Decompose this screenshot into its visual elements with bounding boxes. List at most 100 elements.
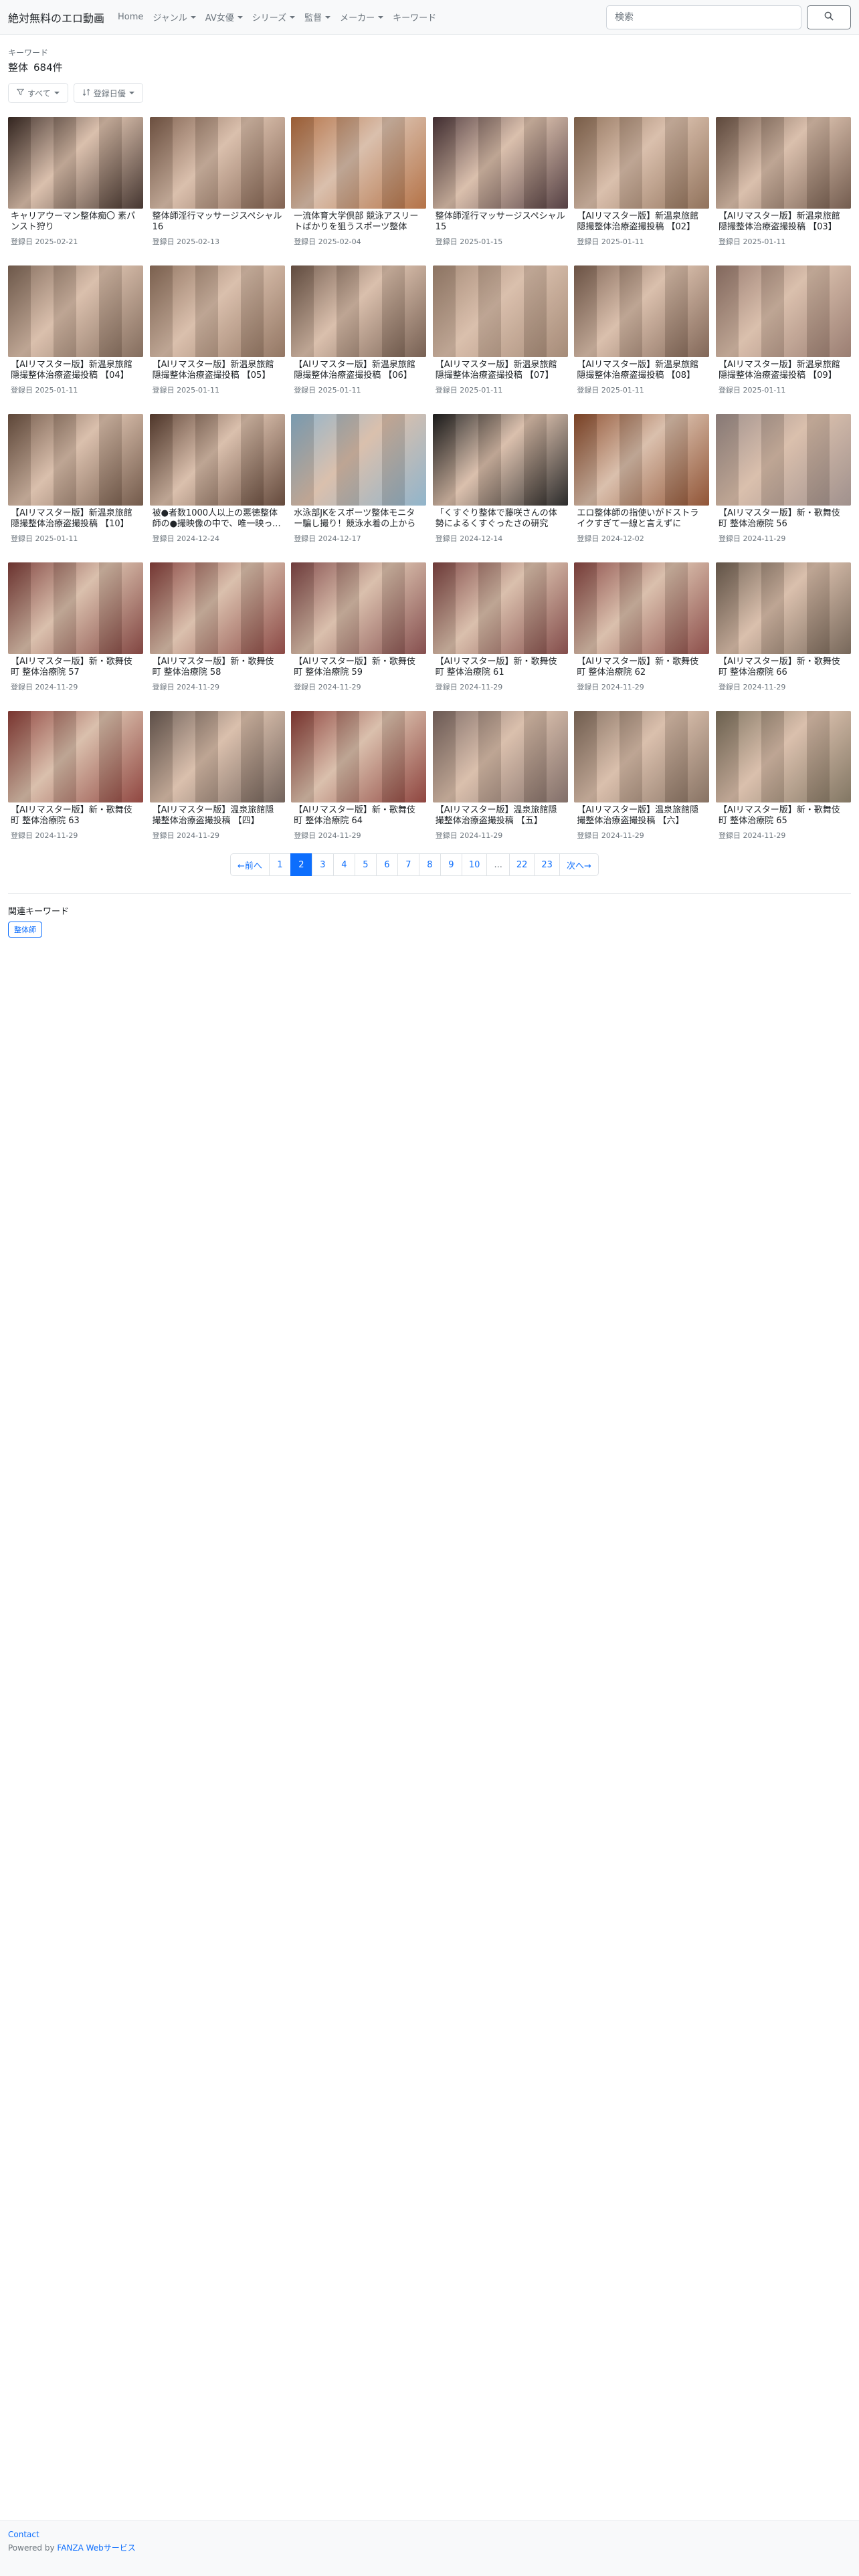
video-thumbnail[interactable] <box>574 414 710 506</box>
nav-item-3[interactable]: シリーズ <box>252 11 296 23</box>
video-title[interactable]: 【AIリマスター版】新・歌舞伎町 整体治療院 66 <box>716 657 851 678</box>
fanza-link[interactable]: FANZA Webサービス <box>57 2543 135 2553</box>
site-brand[interactable]: 絶対無料のエロ動画 <box>8 9 104 25</box>
video-thumbnail[interactable] <box>432 562 568 654</box>
video-title[interactable]: 【AIリマスター版】新温泉旅館隠撮整体治療盗撮投稿 【02】 <box>574 211 709 233</box>
video-card[interactable]: 【AIリマスター版】新温泉旅館隠撮整体治療盗撮投稿 【05】 登録日 2025-0… <box>149 265 285 414</box>
video-card[interactable]: 【AIリマスター版】新温泉旅館隠撮整体治療盗撮投稿 【03】 登録日 2025-0… <box>715 117 851 265</box>
video-title[interactable]: 【AIリマスター版】新・歌舞伎町 整体治療院 62 <box>574 657 709 678</box>
page-button[interactable]: 1 <box>268 853 291 876</box>
video-thumbnail[interactable] <box>715 711 851 802</box>
video-card[interactable]: エロ整体師の指使いがドストライクすぎて一線と言えずに 登録日 2024-12-02 <box>574 414 710 562</box>
video-title[interactable]: エロ整体師の指使いがドストライクすぎて一線と言えずに <box>574 508 709 530</box>
video-thumbnail[interactable] <box>715 117 851 209</box>
contact-link[interactable]: Contact <box>8 2530 851 2539</box>
page-button[interactable]: 8 <box>418 853 441 876</box>
video-card[interactable]: 【AIリマスター版】新・歌舞伎町 整体治療院 58 登録日 2024-11-29 <box>149 562 285 711</box>
video-thumbnail[interactable] <box>8 117 143 209</box>
video-title[interactable]: 【AIリマスター版】温泉旅館隠撮整体治療盗撮投稿 【五】 <box>433 805 568 827</box>
video-card[interactable]: 【AIリマスター版】新温泉旅館隠撮整体治療盗撮投稿 【07】 登録日 2025-0… <box>432 265 568 414</box>
video-card[interactable]: 【AIリマスター版】新・歌舞伎町 整体治療院 56 登録日 2024-11-29 <box>715 414 851 562</box>
search-button[interactable] <box>807 5 851 29</box>
video-title[interactable]: 一流体育大学倶部 競泳アスリートばかりを狙うスポーツ整体 <box>291 211 426 233</box>
video-thumbnail[interactable] <box>149 562 285 654</box>
nav-item-1[interactable]: ジャンル <box>153 11 196 23</box>
filter-all-dropdown[interactable]: すべて <box>8 83 68 103</box>
nav-item-6[interactable]: キーワード <box>393 11 436 23</box>
nav-item-2[interactable]: AV女優 <box>205 11 243 23</box>
video-title[interactable]: 被●者数1000人以上の悪徳整体師の●撮映像の中で、唯一映っていた <box>150 508 285 530</box>
video-card[interactable]: 【AIリマスター版】新・歌舞伎町 整体治療院 63 登録日 2024-11-29 <box>8 711 143 859</box>
video-title[interactable]: 「くすぐり整体で藤咲さんの体勢によるくすぐったさの研究 <box>433 508 568 530</box>
video-title[interactable]: 整体師淫行マッサージスペシャル15 <box>433 211 568 233</box>
video-card[interactable]: 「くすぐり整体で藤咲さんの体勢によるくすぐったさの研究 登録日 2024-12-1… <box>432 414 568 562</box>
page-button[interactable]: 4 <box>332 853 355 876</box>
video-card[interactable]: 【AIリマスター版】温泉旅館隠撮整体治療盗撮投稿 【六】 登録日 2024-11-… <box>574 711 710 859</box>
video-title[interactable]: 【AIリマスター版】新温泉旅館隠撮整体治療盗撮投稿 【10】 <box>8 508 143 530</box>
video-thumbnail[interactable] <box>8 562 143 654</box>
page-button[interactable]: 23 <box>534 853 560 876</box>
video-thumbnail[interactable] <box>8 414 143 506</box>
page-button[interactable]: 7 <box>397 853 419 876</box>
video-title[interactable]: 【AIリマスター版】温泉旅館隠撮整体治療盗撮投稿 【四】 <box>150 805 285 827</box>
next-page-button[interactable]: 次へ→ <box>559 853 599 876</box>
video-card[interactable]: 【AIリマスター版】新・歌舞伎町 整体治療院 65 登録日 2024-11-29 <box>715 711 851 859</box>
video-thumbnail[interactable] <box>432 711 568 802</box>
video-card[interactable]: 一流体育大学倶部 競泳アスリートばかりを狙うスポーツ整体 登録日 2025-02-… <box>291 117 427 265</box>
video-thumbnail[interactable] <box>574 117 710 209</box>
page-button[interactable]: 3 <box>311 853 334 876</box>
nav-item-5[interactable]: メーカー <box>340 11 384 23</box>
video-title[interactable]: 整体師淫行マッサージスペシャル16 <box>150 211 285 233</box>
video-title[interactable]: 【AIリマスター版】新温泉旅館隠撮整体治療盗撮投稿 【07】 <box>433 360 568 381</box>
video-thumbnail[interactable] <box>715 265 851 357</box>
video-thumbnail[interactable] <box>715 414 851 506</box>
video-card[interactable]: 【AIリマスター版】新・歌舞伎町 整体治療院 64 登録日 2024-11-29 <box>291 711 427 859</box>
video-title[interactable]: 【AIリマスター版】新・歌舞伎町 整体治療院 61 <box>433 657 568 678</box>
video-thumbnail[interactable] <box>574 562 710 654</box>
video-card[interactable]: 【AIリマスター版】新温泉旅館隠撮整体治療盗撮投稿 【09】 登録日 2025-0… <box>715 265 851 414</box>
video-title[interactable]: 【AIリマスター版】新温泉旅館隠撮整体治療盗撮投稿 【09】 <box>716 360 851 381</box>
video-title[interactable]: 【AIリマスター版】新・歌舞伎町 整体治療院 56 <box>716 508 851 530</box>
video-card[interactable]: 整体師淫行マッサージスペシャル15 登録日 2025-01-15 <box>432 117 568 265</box>
video-thumbnail[interactable] <box>291 562 427 654</box>
video-card[interactable]: 【AIリマスター版】新温泉旅館隠撮整体治療盗撮投稿 【06】 登録日 2025-0… <box>291 265 427 414</box>
video-thumbnail[interactable] <box>149 711 285 802</box>
video-thumbnail[interactable] <box>574 711 710 802</box>
video-card[interactable]: 【AIリマスター版】新温泉旅館隠撮整体治療盗撮投稿 【10】 登録日 2025-0… <box>8 414 143 562</box>
video-title[interactable]: 【AIリマスター版】新温泉旅館隠撮整体治療盗撮投稿 【06】 <box>291 360 426 381</box>
video-card[interactable]: 【AIリマスター版】温泉旅館隠撮整体治療盗撮投稿 【五】 登録日 2024-11-… <box>432 711 568 859</box>
video-thumbnail[interactable] <box>574 265 710 357</box>
page-button[interactable]: 9 <box>440 853 462 876</box>
video-thumbnail[interactable] <box>8 265 143 357</box>
video-title[interactable]: 【AIリマスター版】新温泉旅館隠撮整体治療盗撮投稿 【05】 <box>150 360 285 381</box>
page-button[interactable]: 5 <box>354 853 377 876</box>
video-card[interactable]: 水泳部JKをスポーツ整体モニター騙し撮り！競泳水着の上から 登録日 2024-12… <box>291 414 427 562</box>
video-card[interactable]: 被●者数1000人以上の悪徳整体師の●撮映像の中で、唯一映っていた登録日 202… <box>149 414 285 562</box>
video-thumbnail[interactable] <box>149 117 285 209</box>
video-title[interactable]: 【AIリマスター版】新・歌舞伎町 整体治療院 64 <box>291 805 426 827</box>
video-title[interactable]: 【AIリマスター版】新温泉旅館隠撮整体治療盗撮投稿 【03】 <box>716 211 851 233</box>
prev-page-button[interactable]: ←前へ <box>230 853 270 876</box>
page-button[interactable]: 22 <box>508 853 535 876</box>
nav-item-0[interactable]: Home <box>118 11 143 23</box>
video-thumbnail[interactable] <box>291 117 427 209</box>
video-card[interactable]: 整体師淫行マッサージスペシャル16 登録日 2025-02-13 <box>149 117 285 265</box>
video-title[interactable]: 【AIリマスター版】新・歌舞伎町 整体治療院 58 <box>150 657 285 678</box>
video-card[interactable]: 【AIリマスター版】新温泉旅館隠撮整体治療盗撮投稿 【08】 登録日 2025-0… <box>574 265 710 414</box>
video-card[interactable]: 【AIリマスター版】新・歌舞伎町 整体治療院 62 登録日 2024-11-29 <box>574 562 710 711</box>
video-thumbnail[interactable] <box>715 562 851 654</box>
video-title[interactable]: 【AIリマスター版】新温泉旅館隠撮整体治療盗撮投稿 【04】 <box>8 360 143 381</box>
video-title[interactable]: 【AIリマスター版】新・歌舞伎町 整体治療院 65 <box>716 805 851 827</box>
video-title[interactable]: 【AIリマスター版】新・歌舞伎町 整体治療院 57 <box>8 657 143 678</box>
video-card[interactable]: 【AIリマスター版】新温泉旅館隠撮整体治療盗撮投稿 【02】 登録日 2025-0… <box>574 117 710 265</box>
page-button[interactable]: 10 <box>461 853 488 876</box>
video-card[interactable]: 【AIリマスター版】新・歌舞伎町 整体治療院 61 登録日 2024-11-29 <box>432 562 568 711</box>
video-thumbnail[interactable] <box>149 265 285 357</box>
page-button[interactable]: 2 <box>290 853 312 876</box>
video-card[interactable]: 【AIリマスター版】新・歌舞伎町 整体治療院 57 登録日 2024-11-29 <box>8 562 143 711</box>
video-thumbnail[interactable] <box>8 711 143 802</box>
video-title[interactable]: 【AIリマスター版】新温泉旅館隠撮整体治療盗撮投稿 【08】 <box>574 360 709 381</box>
sort-dropdown[interactable]: 登録日優 <box>73 83 143 103</box>
video-thumbnail[interactable] <box>291 265 427 357</box>
video-title[interactable]: 【AIリマスター版】新・歌舞伎町 整体治療院 59 <box>291 657 426 678</box>
